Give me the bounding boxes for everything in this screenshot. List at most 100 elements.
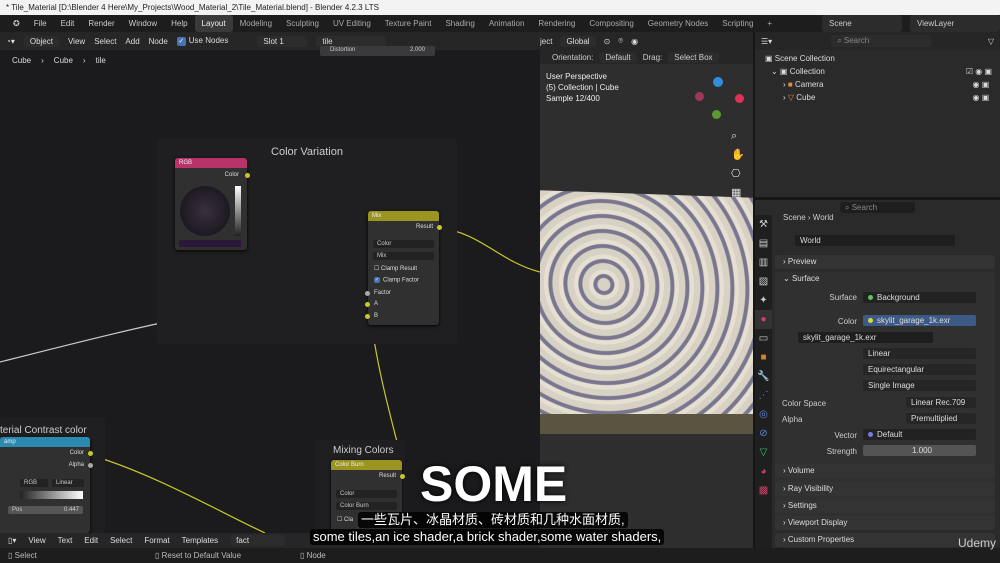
color-swatch[interactable] — [179, 240, 241, 247]
tab-uv-editing[interactable]: UV Editing — [326, 15, 378, 32]
surface-field[interactable]: Background — [863, 292, 976, 303]
socket[interactable] — [400, 474, 405, 479]
eye-icon[interactable]: ☑ ◉ ▣ — [966, 65, 992, 78]
image-datablock[interactable]: skylit_garage_1k.exr — [798, 332, 933, 343]
menu-render[interactable]: Render — [81, 15, 121, 32]
menu-view[interactable]: View — [28, 536, 45, 545]
menu-format[interactable]: Format — [144, 536, 169, 545]
snap-icon[interactable]: ⌾ — [618, 36, 623, 46]
texture-tab-icon[interactable]: ▩ — [755, 481, 772, 500]
menu-help[interactable]: Help — [164, 15, 194, 32]
add-workspace-button[interactable]: + — [760, 15, 779, 32]
socket[interactable] — [88, 463, 93, 468]
properties-editor[interactable]: ⌕ Search Scene › World World › Preview ⌄… — [755, 200, 1000, 548]
modifier-tab-icon[interactable]: 🔧 — [755, 367, 772, 386]
menu-text[interactable]: Text — [58, 536, 73, 545]
world-tab-icon[interactable]: ● — [755, 310, 772, 329]
pivot-icon[interactable]: ⊙ — [604, 37, 611, 46]
zoom-icon[interactable]: ⌕ — [731, 127, 745, 146]
tab-texture-paint[interactable]: Texture Paint — [378, 15, 439, 32]
tree-scene-collection[interactable]: ▣ Scene Collection — [765, 52, 835, 65]
orientation-dropdown[interactable]: Default — [599, 51, 637, 63]
tab-animation[interactable]: Animation — [482, 15, 532, 32]
clamp-result-checkbox[interactable]: ☐ Clamp Result — [374, 265, 417, 272]
color-ramp-node[interactable]: amp Color Alpha RGB Linear Pos 0.447 — [0, 437, 93, 533]
tab-shading[interactable]: Shading — [438, 15, 481, 32]
data-type-dropdown[interactable]: Color — [336, 490, 397, 498]
tab-rendering[interactable]: Rendering — [531, 15, 582, 32]
x-axis-icon[interactable] — [735, 94, 744, 103]
output-tab-icon[interactable]: ▥ — [755, 253, 772, 272]
value-slider[interactable] — [235, 186, 241, 236]
menu-edit[interactable]: Edit — [54, 15, 82, 32]
vector-field[interactable]: Default — [863, 429, 976, 440]
world-datablock[interactable]: World — [795, 235, 955, 246]
panel-preview[interactable]: › Preview — [775, 255, 995, 269]
tab-geometry-nodes[interactable]: Geometry Nodes — [641, 15, 715, 32]
menu-edit[interactable]: Edit — [84, 536, 98, 545]
panel-ray-visibility[interactable]: › Ray Visibility — [775, 482, 995, 496]
eye-icon[interactable]: ◉ ▣ — [966, 91, 992, 104]
color-wheel[interactable] — [180, 186, 230, 236]
socket[interactable] — [365, 291, 370, 296]
y-axis-icon[interactable] — [712, 110, 721, 119]
text-file-field[interactable]: fact — [230, 535, 286, 546]
collection-tab-icon[interactable]: ▭ — [755, 329, 772, 348]
menu-object[interactable]: ject — [540, 37, 552, 46]
menu-templates[interactable]: Templates — [182, 536, 218, 545]
menu-file[interactable]: File — [27, 15, 54, 32]
interpolation-dropdown[interactable]: Linear — [52, 479, 84, 487]
tab-sculpting[interactable]: Sculpting — [279, 15, 326, 32]
mix-node[interactable]: Mix Result Color Mix ☐ Clamp Result ✓ Cla… — [365, 211, 442, 325]
view-layer-selector[interactable]: ViewLayer — [910, 15, 1000, 32]
outliner-search[interactable]: ⌕ Search — [831, 35, 932, 47]
data-tab-icon[interactable]: ▽ — [755, 443, 772, 462]
navigation-gizmo[interactable] — [695, 77, 745, 127]
view-layer-tab-icon[interactable]: ▧ — [755, 272, 772, 291]
pos-field[interactable]: Pos 0.447 — [8, 506, 83, 514]
tree-camera[interactable]: › ■ Camera — [765, 78, 835, 91]
source-dropdown[interactable]: Single Image — [863, 380, 976, 391]
alpha-dropdown[interactable]: Premultiplied — [906, 413, 976, 424]
scene-selector[interactable]: Scene — [822, 15, 902, 32]
object-tab-icon[interactable]: ■ — [755, 348, 772, 367]
clamp-factor-checkbox[interactable]: ✓ Clamp Factor — [374, 277, 419, 284]
tab-modeling[interactable]: Modeling — [233, 15, 279, 32]
camera-icon[interactable]: ⎔ — [731, 165, 745, 184]
colorspace-dropdown[interactable]: Linear Rec.709 — [906, 397, 976, 408]
interpolation-dropdown[interactable]: Linear — [863, 348, 976, 359]
rgb-node[interactable]: RGB Color — [175, 158, 250, 250]
color-mode-dropdown[interactable]: RGB — [20, 479, 48, 487]
hand-icon[interactable]: ✋ — [731, 146, 745, 165]
panel-settings[interactable]: › Settings — [775, 499, 995, 513]
constraints-tab-icon[interactable]: ⊘ — [755, 424, 772, 443]
proportional-icon[interactable]: ◉ — [631, 37, 638, 46]
blend-dropdown[interactable]: Color Burn — [336, 502, 397, 510]
socket[interactable] — [437, 225, 442, 230]
strength-field[interactable]: 1.000 — [863, 445, 976, 456]
tab-compositing[interactable]: Compositing — [582, 15, 640, 32]
tab-scripting[interactable]: Scripting — [715, 15, 760, 32]
panel-volume[interactable]: › Volume — [775, 464, 995, 478]
eye-icon[interactable]: ◉ ▣ — [966, 78, 992, 91]
outliner[interactable]: ☰▾ ⌕ Search ▽ ▣ Scene Collection ⌄ ▣ Col… — [755, 32, 1000, 197]
menu-select[interactable]: Select — [110, 536, 132, 545]
3d-viewport[interactable]: ject Global ⊙ ⌾ ◉ Orientation: Default D… — [540, 32, 753, 563]
particles-tab-icon[interactable]: ⋰ — [755, 386, 772, 405]
scene-tab-icon[interactable]: ✦ — [755, 291, 772, 310]
tree-collection[interactable]: ⌄ ▣ Collection — [765, 65, 835, 78]
drag-dropdown[interactable]: Select Box — [668, 51, 719, 63]
socket[interactable] — [245, 173, 250, 178]
projection-dropdown[interactable]: Equirectangular — [863, 364, 976, 375]
color-ramp-bar[interactable] — [20, 491, 83, 499]
blend-dropdown[interactable]: Mix — [373, 252, 434, 260]
properties-search[interactable]: ⌕ Search — [840, 202, 915, 213]
z-axis-icon[interactable] — [713, 77, 723, 87]
clamp-checkbox[interactable]: ☐ Cla — [337, 516, 353, 523]
socket[interactable] — [365, 302, 370, 307]
socket[interactable] — [365, 314, 370, 319]
menu-window[interactable]: Window — [122, 15, 164, 32]
neg-x-axis-icon[interactable] — [695, 92, 704, 101]
tool-tab-icon[interactable]: ⚒ — [755, 215, 772, 234]
filter-icon[interactable]: ▽ — [988, 37, 994, 46]
